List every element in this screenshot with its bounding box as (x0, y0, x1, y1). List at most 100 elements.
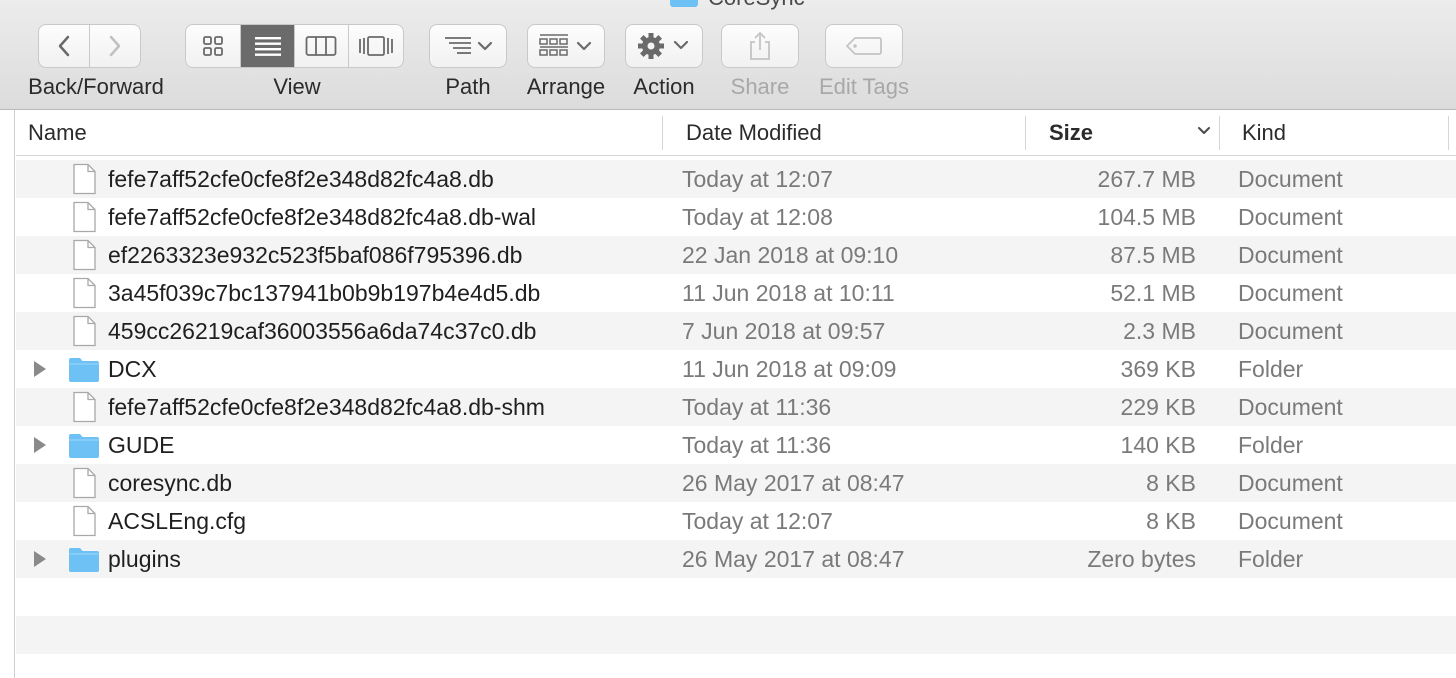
file-kind: Document (1238, 470, 1343, 496)
document-icon (68, 277, 100, 309)
file-row[interactable]: fefe7aff52cfe0cfe8f2e348d82fc4a8.db-wal … (16, 198, 1456, 236)
action-button[interactable] (625, 24, 703, 68)
file-date-modified: 22 Jan 2018 at 09:10 (682, 242, 899, 268)
file-name: ef2263323e932c523f5baf086f795396.db (108, 242, 523, 268)
name-column-header[interactable]: Name (28, 110, 662, 155)
disclosure-triangle-icon[interactable] (34, 361, 46, 377)
file-size: 2.3 MB (1123, 318, 1196, 344)
path-icon (443, 35, 493, 57)
file-kind: Folder (1238, 356, 1304, 382)
empty-row (16, 578, 1456, 616)
arrange-button[interactable] (527, 24, 605, 68)
view-segmented-control (185, 24, 404, 68)
column-view-button[interactable] (295, 25, 349, 67)
disclosure-triangle-icon[interactable] (34, 437, 46, 453)
list-view-button[interactable] (241, 25, 295, 67)
file-row[interactable]: ACSLEng.cfg Today at 12:07 8 KB Document (16, 502, 1456, 540)
file-row[interactable]: plugins 26 May 2017 at 08:47 Zero bytes … (16, 540, 1456, 578)
file-kind: Document (1238, 318, 1343, 344)
file-date-modified: 26 May 2017 at 08:47 (682, 546, 905, 572)
arrange-label: Arrange (526, 74, 606, 99)
columns-icon (305, 35, 337, 57)
window-title-text: CoreSync (708, 0, 805, 11)
list-icon (254, 35, 282, 57)
file-kind: Document (1238, 242, 1343, 268)
file-date-modified: 7 Jun 2018 at 09:57 (682, 318, 886, 344)
document-icon (68, 239, 100, 271)
name-column-label: Name (28, 119, 87, 145)
share-label: Share (730, 74, 790, 99)
file-name: fefe7aff52cfe0cfe8f2e348d82fc4a8.db-wal (108, 204, 536, 230)
file-date-modified: Today at 11:36 (682, 394, 832, 420)
column-divider[interactable] (1219, 116, 1220, 150)
file-name: plugins (108, 546, 181, 572)
arrange-icon (538, 33, 594, 59)
file-name: DCX (108, 356, 157, 382)
file-kind: Document (1238, 508, 1343, 534)
icon-view-button[interactable] (186, 25, 242, 67)
file-row[interactable]: GUDE Today at 11:36 140 KB Folder (16, 426, 1456, 464)
file-size: 369 KB (1120, 356, 1196, 382)
file-size: 104.5 MB (1097, 204, 1196, 230)
file-size: 87.5 MB (1110, 242, 1196, 268)
share-icon (747, 31, 773, 61)
file-kind: Document (1238, 280, 1343, 306)
file-size: 267.7 MB (1097, 166, 1196, 192)
file-kind: Document (1238, 166, 1343, 192)
file-name: ACSLEng.cfg (108, 508, 247, 534)
size-column-header[interactable]: Size (1049, 110, 1217, 155)
file-size: Zero bytes (1087, 546, 1196, 572)
document-icon (68, 315, 100, 347)
forward-button[interactable] (89, 24, 141, 68)
folder-icon (68, 429, 100, 461)
chevron-right-icon (107, 34, 123, 58)
empty-row (16, 616, 1456, 654)
file-name: 459cc26219caf36003556a6da74c37c0.db (108, 318, 537, 344)
file-kind: Document (1238, 394, 1343, 420)
action-label: Action (633, 74, 695, 99)
edit-tags-label: Edit Tags (818, 74, 910, 99)
file-row[interactable]: coresync.db 26 May 2017 at 08:47 8 KB Do… (16, 464, 1456, 502)
file-date-modified: 11 Jun 2018 at 10:11 (682, 280, 895, 306)
file-row[interactable]: ef2263323e932c523f5baf086f795396.db 22 J… (16, 236, 1456, 274)
path-button[interactable] (429, 24, 507, 68)
file-row[interactable]: 3a45f039c7bc137941b0b9b197b4e4d5.db 11 J… (16, 274, 1456, 312)
toolbar: CoreSync Back/Forward (0, 0, 1456, 110)
file-date-modified: Today at 12:08 (682, 204, 833, 230)
file-size: 140 KB (1120, 432, 1196, 458)
file-name: fefe7aff52cfe0cfe8f2e348d82fc4a8.db-shm (108, 394, 545, 420)
file-row[interactable]: fefe7aff52cfe0cfe8f2e348d82fc4a8.db Toda… (16, 160, 1456, 198)
file-row[interactable]: DCX 11 Jun 2018 at 09:09 369 KB Folder (16, 350, 1456, 388)
back-button[interactable] (38, 24, 90, 68)
column-divider[interactable] (662, 116, 663, 150)
date-modified-column-header[interactable]: Date Modified (686, 110, 1026, 155)
file-date-modified: Today at 11:36 (682, 432, 832, 458)
disclosure-triangle-icon[interactable] (34, 551, 46, 567)
column-divider[interactable] (1025, 116, 1026, 150)
share-button[interactable] (721, 24, 799, 68)
cover-flow-icon (358, 35, 394, 57)
document-icon (68, 391, 100, 423)
column-divider[interactable] (1448, 116, 1449, 150)
file-list: fefe7aff52cfe0cfe8f2e348d82fc4a8.db Toda… (16, 160, 1456, 654)
file-kind: Folder (1238, 432, 1304, 458)
file-row[interactable]: fefe7aff52cfe0cfe8f2e348d82fc4a8.db-shm … (16, 388, 1456, 426)
kind-column-header[interactable]: Kind (1242, 110, 1442, 155)
file-row[interactable]: 459cc26219caf36003556a6da74c37c0.db 7 Ju… (16, 312, 1456, 350)
column-header: Name Date Modified Size Kind (16, 110, 1456, 156)
window-title: CoreSync (670, 0, 805, 10)
document-icon (68, 467, 100, 499)
tag-icon (845, 35, 883, 57)
file-kind: Document (1238, 204, 1343, 230)
file-date-modified: 11 Jun 2018 at 09:09 (682, 356, 897, 382)
kind-column-label: Kind (1242, 119, 1287, 145)
back-forward-label: Back/Forward (28, 74, 164, 99)
file-size: 52.1 MB (1110, 280, 1196, 306)
folder-icon (670, 0, 698, 7)
file-size: 8 KB (1146, 470, 1196, 496)
file-kind: Folder (1238, 546, 1304, 572)
date-modified-column-label: Date Modified (686, 119, 822, 145)
cover-flow-view-button[interactable] (349, 25, 403, 67)
edit-tags-button[interactable] (825, 24, 903, 68)
path-label: Path (445, 74, 491, 99)
